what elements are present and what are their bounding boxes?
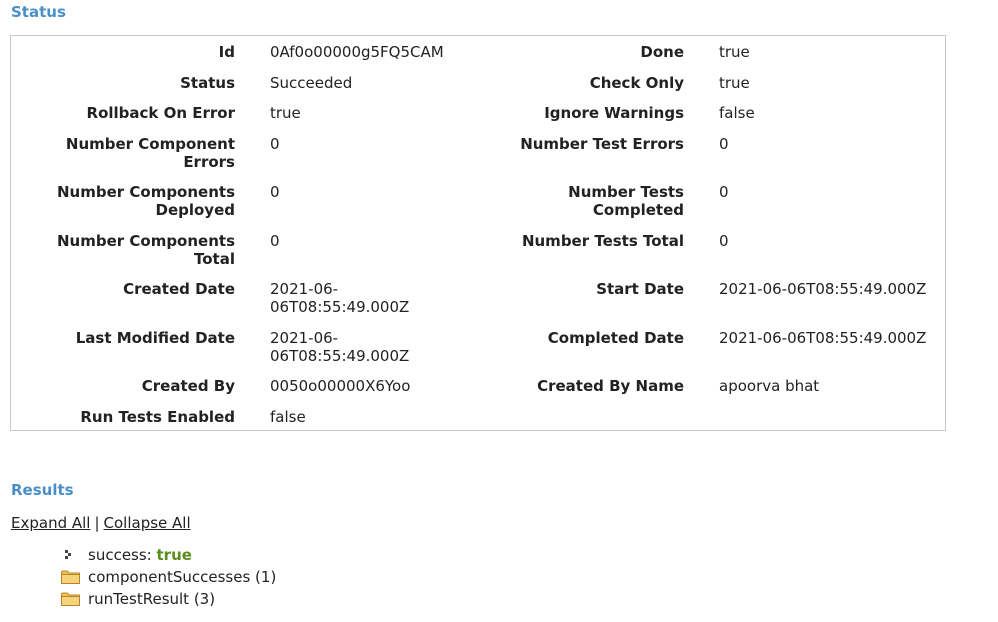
- field-label: Number Components Deployed: [56, 183, 235, 219]
- leaf-node-icon: [60, 547, 82, 563]
- field-label: Number Components Total: [56, 232, 235, 268]
- collapse-all-link[interactable]: Collapse All: [104, 514, 191, 532]
- field-label: Status: [180, 74, 235, 92]
- field-label: Created By Name: [537, 377, 684, 395]
- field-value: 2021-06-06T08:55:49.000Z: [719, 280, 927, 298]
- status-section-title: Status: [11, 3, 66, 21]
- field-value: 0: [719, 135, 729, 153]
- field-value: 0: [270, 183, 280, 201]
- field-label: Ignore Warnings: [544, 104, 684, 122]
- status-panel: Id 0Af0o00000g5FQ5CAM Done true Status S…: [10, 35, 946, 431]
- field-label: Number Test Errors: [520, 135, 684, 153]
- success-value: true: [156, 546, 192, 564]
- field-value: apoorva bhat: [719, 377, 820, 395]
- field-label: Start Date: [596, 280, 684, 298]
- field-label: Done: [640, 43, 684, 61]
- tree-item-component-successes[interactable]: componentSuccesses (1): [60, 567, 276, 587]
- field-value: 0050o00000X6Yoo: [270, 377, 411, 395]
- field-value: 0: [270, 232, 280, 250]
- tree-item-run-test-result[interactable]: runTestResult (3): [60, 589, 215, 609]
- link-separator: |: [94, 514, 100, 532]
- field-value: false: [719, 104, 755, 122]
- field-label: Created By: [141, 377, 235, 395]
- expand-collapse-links: Expand All | Collapse All: [11, 514, 191, 532]
- field-value: 2021-06-06T08:55:49.000Z: [719, 329, 927, 347]
- field-label: Number Tests Completed: [568, 183, 684, 219]
- results-section-title: Results: [11, 481, 74, 499]
- folder-icon: [60, 591, 82, 607]
- field-value: false: [270, 408, 306, 426]
- field-value: 2021-06-06T08:55:49.000Z: [270, 329, 410, 365]
- tree-item-label: runTestResult (3): [88, 590, 216, 608]
- field-label: Number Component Errors: [65, 135, 235, 171]
- field-value: 0Af0o00000g5FQ5CAM: [270, 43, 444, 61]
- tree-item-success[interactable]: success: true: [60, 545, 192, 565]
- field-value: true: [719, 74, 750, 92]
- field-label: Created Date: [123, 280, 235, 298]
- field-label: Run Tests Enabled: [80, 408, 235, 426]
- folder-icon: [60, 569, 82, 585]
- field-label: Completed Date: [547, 329, 684, 347]
- field-value: true: [270, 104, 301, 122]
- field-value: Succeeded: [270, 74, 353, 92]
- field-label: Number Tests Total: [521, 232, 684, 250]
- field-label: Id: [218, 43, 235, 61]
- field-value: 0: [719, 183, 729, 201]
- tree-item-label: componentSuccesses (1): [88, 568, 277, 586]
- field-label: Last Modified Date: [75, 329, 235, 347]
- tree-item-label: success:: [88, 546, 152, 564]
- field-value: 0: [719, 232, 729, 250]
- field-value: 0: [270, 135, 280, 153]
- field-value: 2021-06-06T08:55:49.000Z: [270, 280, 410, 316]
- expand-all-link[interactable]: Expand All: [11, 514, 90, 532]
- field-value: true: [719, 43, 750, 61]
- field-label: Check Only: [589, 74, 684, 92]
- field-label: Rollback On Error: [86, 104, 235, 122]
